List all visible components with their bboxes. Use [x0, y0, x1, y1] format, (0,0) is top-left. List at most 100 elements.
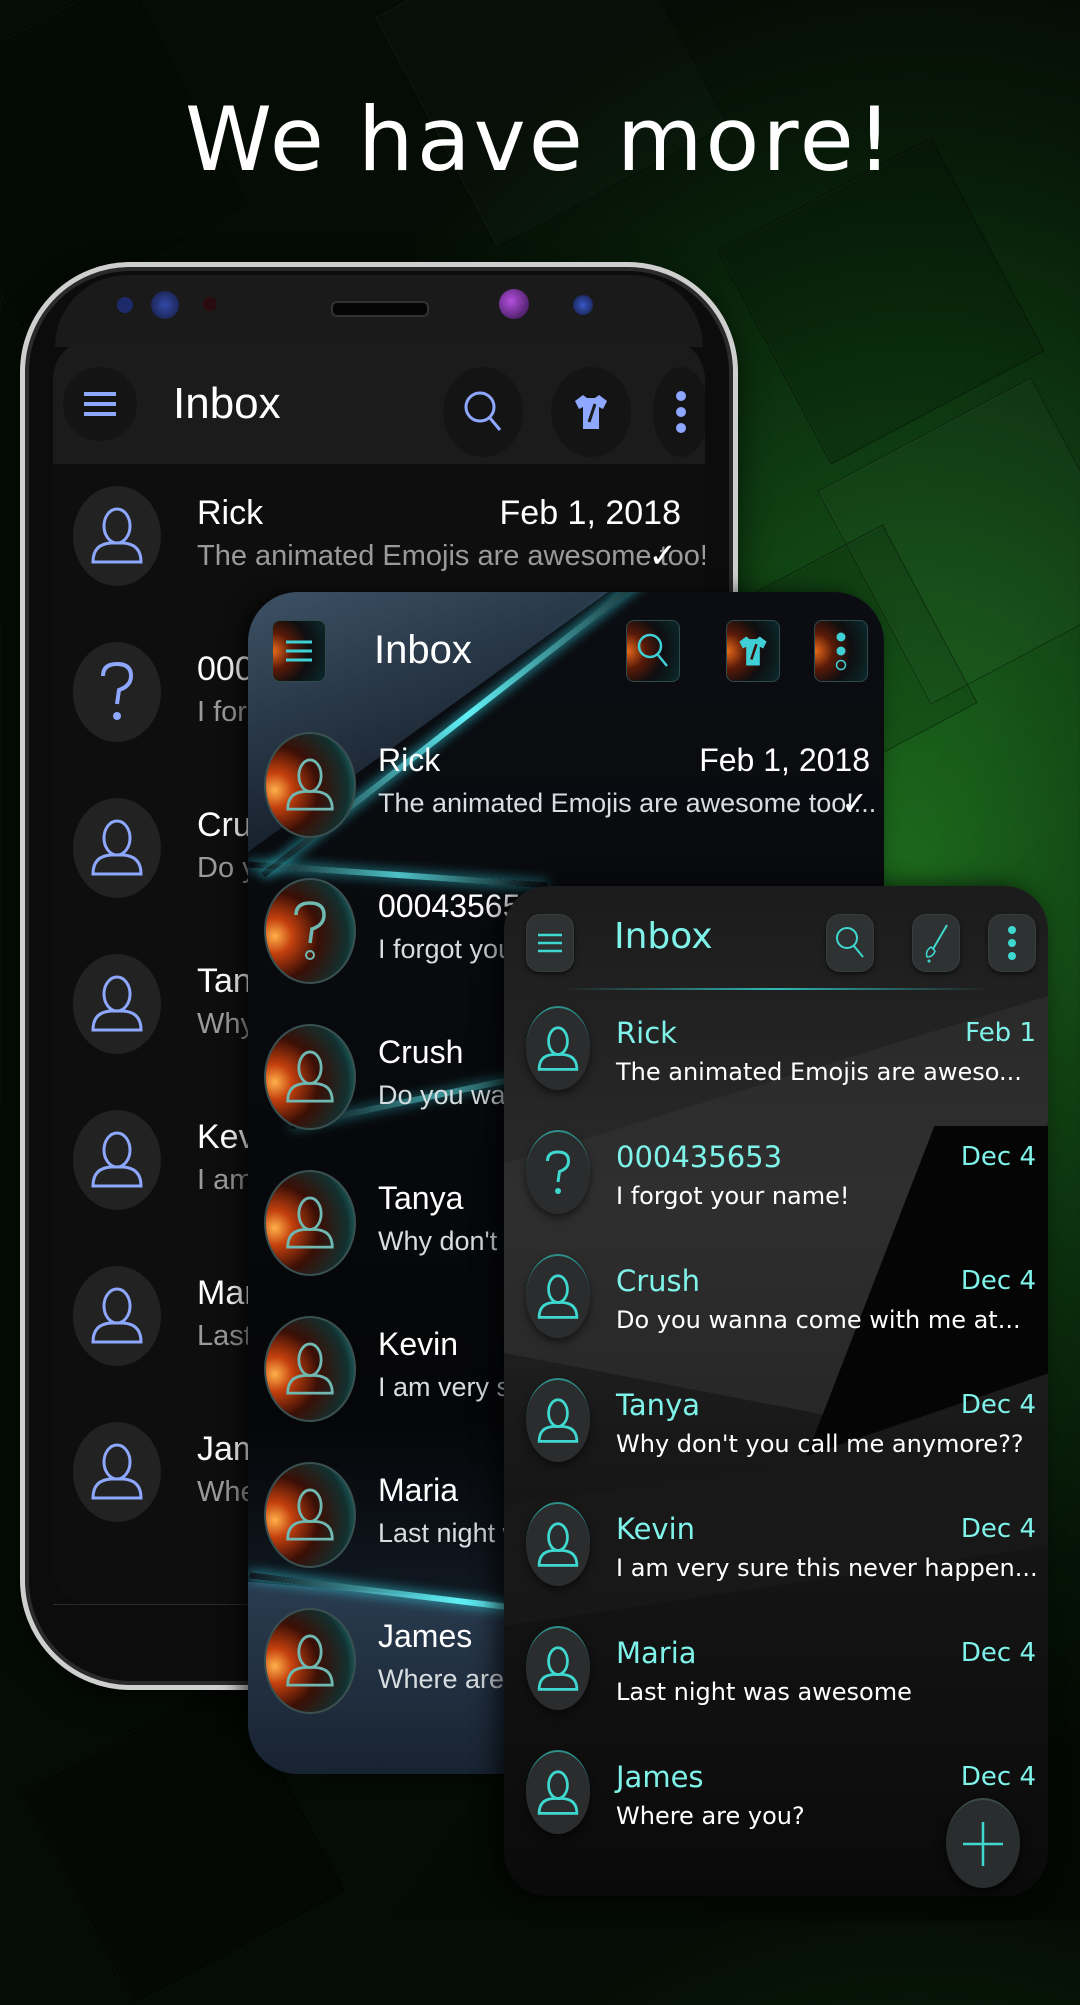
sensor-dot [203, 297, 217, 311]
new-message-button[interactable] [946, 1798, 1020, 1888]
sent-check-icon: ✓ [648, 537, 678, 575]
message-preview: Why don't y [378, 1226, 519, 1256]
message-preview: I forgot you [378, 934, 514, 964]
avatar [526, 1750, 590, 1834]
person-icon [537, 1274, 579, 1319]
avatar [264, 878, 356, 984]
person-icon [537, 1398, 579, 1443]
question-icon [546, 1150, 571, 1194]
search-button[interactable] [626, 620, 680, 682]
more-options-button[interactable] [653, 367, 705, 457]
message-preview: Do you wan [378, 1080, 521, 1110]
contact-name: Rick [197, 494, 264, 532]
contact-name: Kevin [616, 1512, 696, 1546]
menu-button[interactable] [272, 620, 326, 682]
message-date: Dec 4 [960, 1638, 1036, 1668]
avatar [73, 1110, 161, 1210]
contact-name: Rick [616, 1016, 677, 1050]
plus-icon [963, 1822, 1003, 1866]
avatar [73, 642, 161, 742]
message-date: Dec 4 [960, 1762, 1036, 1792]
more-vert-icon [1008, 926, 1016, 960]
message-date: Dec 4 [960, 1514, 1036, 1544]
message-preview: Last night w [378, 1518, 523, 1548]
message-preview: Do you wanna come with me at... [616, 1306, 1021, 1334]
message-preview: Where are you? [616, 1802, 805, 1830]
avatar [526, 1626, 590, 1710]
paintbrush-icon [925, 924, 948, 963]
message-preview: The animated Emojis are aweso... [616, 1058, 1022, 1086]
question-icon [101, 661, 134, 720]
theme-button[interactable] [551, 367, 631, 457]
hamburger-icon [538, 933, 562, 953]
message-preview: Why don't you call me anymore?? [616, 1430, 1024, 1458]
message-preview: I forgot your name! [616, 1182, 850, 1210]
message-preview: I am very su [378, 1372, 526, 1402]
person-icon [537, 1026, 579, 1071]
contact-name: 00043565 [378, 888, 521, 924]
person-icon [286, 1488, 334, 1541]
theme-button[interactable] [912, 914, 960, 972]
message-date: Feb 1, 2018 [699, 742, 870, 778]
more-options-button[interactable] [988, 914, 1036, 972]
avatar [526, 1254, 590, 1338]
person-icon [91, 819, 143, 876]
avatar [526, 1502, 590, 1586]
menu-button[interactable] [63, 367, 137, 441]
person-icon [91, 975, 143, 1032]
header-divider [564, 988, 988, 990]
contact-name: James [378, 1618, 473, 1654]
message-date: Dec 4 [960, 1266, 1036, 1296]
front-camera [151, 291, 179, 319]
contact-name: Kevin [378, 1326, 459, 1362]
person-icon [537, 1522, 579, 1567]
person-icon [286, 1196, 334, 1249]
avatar [73, 954, 161, 1054]
contact-name: James [616, 1760, 704, 1794]
message-preview: I am very sure this never happen... [616, 1554, 1038, 1582]
iris-scanner [499, 289, 529, 319]
person-icon [537, 1770, 579, 1815]
more-vert-icon [676, 391, 686, 433]
contact-name: Rick [378, 742, 441, 778]
search-button[interactable] [443, 367, 523, 457]
contact-name: Tanya [616, 1388, 700, 1422]
avatar [264, 1316, 356, 1422]
search-button[interactable] [826, 914, 874, 972]
theme-button[interactable] [726, 620, 780, 682]
message-preview: The animated Emojis are awesome too!... [197, 540, 705, 572]
question-icon [294, 901, 326, 960]
avatar [526, 1006, 590, 1090]
contact-name: Tanya [378, 1180, 464, 1216]
phone-theme-teal: Inbox Rick The animated Emojis are aweso… [504, 886, 1048, 1896]
person-icon [286, 1050, 334, 1103]
person-icon [537, 1646, 579, 1691]
page-title: Inbox [614, 916, 713, 957]
search-icon [464, 391, 502, 431]
contact-name: Crush [378, 1034, 464, 1070]
avatar [264, 1024, 356, 1130]
theme-shirt-icon [575, 395, 607, 429]
more-vert-icon [835, 632, 847, 671]
person-icon [91, 507, 143, 564]
more-options-button[interactable] [814, 620, 868, 682]
hamburger-icon [286, 640, 312, 662]
sensor-dot [573, 295, 593, 315]
avatar [264, 1462, 356, 1568]
search-icon [637, 633, 668, 667]
page-title: Inbox [374, 628, 472, 672]
page-title: Inbox [173, 379, 281, 428]
message-date: Dec 4 [960, 1390, 1036, 1420]
avatar [73, 1422, 161, 1522]
hamburger-icon [84, 392, 116, 416]
message-preview: Last night was awesome [616, 1678, 912, 1706]
menu-button[interactable] [526, 914, 574, 972]
contact-name: Maria [616, 1636, 697, 1670]
theme-shirt-icon [739, 636, 767, 666]
person-icon [286, 758, 334, 811]
person-icon [91, 1443, 143, 1500]
avatar [526, 1130, 590, 1214]
avatar [526, 1378, 590, 1462]
person-icon [286, 1634, 334, 1687]
message-date: Dec 4 [960, 1142, 1036, 1172]
